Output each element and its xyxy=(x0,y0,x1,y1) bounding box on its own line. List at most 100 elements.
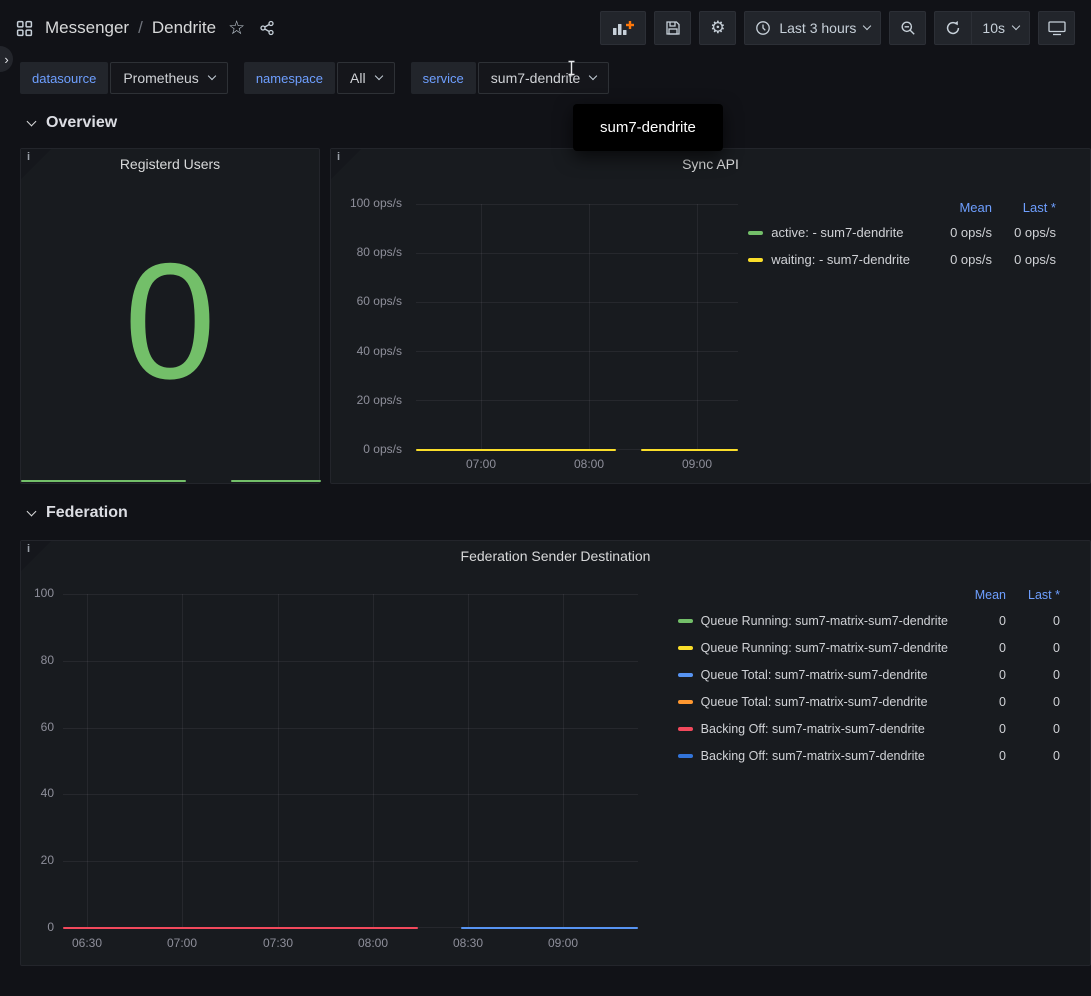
chevron-down-icon xyxy=(863,22,871,30)
apps-grid-icon[interactable] xyxy=(14,18,35,39)
chevron-down-icon xyxy=(1012,22,1020,30)
panel-title[interactable]: Sync API xyxy=(331,156,1090,172)
save-icon xyxy=(665,20,681,36)
series-mean: 0 xyxy=(960,668,1006,682)
x-axis-label: 09:00 xyxy=(667,457,727,471)
series-mean: 0 xyxy=(960,614,1006,628)
legend-header: Mean Last * xyxy=(748,195,1056,219)
series-last: 0 xyxy=(1006,641,1060,655)
variable-namespace: namespace All xyxy=(244,62,395,94)
series-color-marker xyxy=(678,619,693,623)
breadcrumb-app[interactable]: Messenger xyxy=(45,18,129,38)
series-color-marker xyxy=(678,646,693,650)
save-dashboard-button[interactable] xyxy=(654,11,691,45)
series-color-marker xyxy=(748,258,763,262)
top-nav: Messenger / Dendrite ☆ ⚙ Last 3 hours xyxy=(0,0,1091,56)
series-last: 0 xyxy=(1006,749,1060,763)
breadcrumb-dashboard: Dendrite xyxy=(152,18,216,38)
series-mean: 0 xyxy=(960,722,1006,736)
y-axis-label: 20 xyxy=(21,853,54,867)
legend-mean-header[interactable]: Mean xyxy=(960,588,1006,602)
panel-title[interactable]: Registerd Users xyxy=(21,156,319,172)
panel-registered-users: i Registerd Users 0 xyxy=(20,148,320,484)
gridline xyxy=(63,728,638,729)
x-axis-label: 07:00 xyxy=(451,457,511,471)
legend-item[interactable]: Queue Total: sum7-matrix-sum7-dendrite 0… xyxy=(678,661,1060,688)
legend-mean-header[interactable]: Mean xyxy=(922,200,992,215)
variable-label-service: service xyxy=(411,62,476,94)
refresh-group: 10s xyxy=(934,11,1030,45)
x-axis-label: 07:00 xyxy=(152,936,212,950)
variable-label-namespace: namespace xyxy=(244,62,335,94)
tv-icon xyxy=(1048,21,1066,36)
gridline xyxy=(563,594,564,928)
series-last: 0 xyxy=(1006,614,1060,628)
legend-item[interactable]: active: - sum7-dendrite 0 ops/s 0 ops/s xyxy=(748,219,1056,246)
series-name: Backing Off: sum7-matrix-sum7-dendrite xyxy=(701,749,960,763)
gridline xyxy=(63,794,638,795)
gridline xyxy=(182,594,183,928)
chevron-down-icon xyxy=(589,72,597,80)
legend-item[interactable]: Backing Off: sum7-matrix-sum7-dendrite 0… xyxy=(678,742,1060,769)
panel-title[interactable]: Federation Sender Destination xyxy=(21,548,1090,564)
series-line-queue-total xyxy=(461,927,638,929)
y-axis-label: 80 ops/s xyxy=(331,245,402,259)
series-name: Backing Off: sum7-matrix-sum7-dendrite xyxy=(701,722,960,736)
series-last: 0 xyxy=(1006,695,1060,709)
chevron-down-icon xyxy=(374,72,382,80)
zoom-out-time-button[interactable] xyxy=(889,11,926,45)
plot-area[interactable] xyxy=(416,204,738,450)
x-axis-label: 08:00 xyxy=(559,457,619,471)
chevron-down-icon xyxy=(27,116,37,126)
gridline xyxy=(416,400,738,401)
add-panel-button[interactable] xyxy=(600,11,646,45)
refresh-dashboard-button[interactable] xyxy=(934,11,971,45)
series-mean: 0 ops/s xyxy=(922,252,992,267)
overview-panels-row: i Registerd Users 0 i Sync API 100 ops/s… xyxy=(20,148,1091,484)
legend-item[interactable]: waiting: - sum7-dendrite 0 ops/s 0 ops/s xyxy=(748,246,1056,273)
legend-last-header[interactable]: Last * xyxy=(992,200,1056,215)
variable-label-datasource: datasource xyxy=(20,62,108,94)
namespace-picker[interactable]: All xyxy=(337,62,395,94)
y-axis-label: 20 ops/s xyxy=(331,393,402,407)
legend-item[interactable]: Backing Off: sum7-matrix-sum7-dendrite 0… xyxy=(678,715,1060,742)
series-last: 0 xyxy=(1006,668,1060,682)
dashboard-settings-button[interactable]: ⚙ xyxy=(699,11,736,45)
nav-left: Messenger / Dendrite ☆ xyxy=(14,17,277,40)
plot-area[interactable] xyxy=(63,594,638,928)
series-mean: 0 xyxy=(960,641,1006,655)
gridline xyxy=(589,204,590,450)
x-axis-label: 09:00 xyxy=(533,936,593,950)
service-option[interactable]: sum7-dendrite xyxy=(600,119,696,136)
sparkline-segment xyxy=(231,480,321,482)
apps-grid-icon xyxy=(16,20,33,37)
chevron-down-icon xyxy=(208,72,216,80)
legend-item[interactable]: Queue Running: sum7-matrix-sum7-dendrite… xyxy=(678,607,1060,634)
add-panel-icon xyxy=(612,20,634,36)
time-range-picker[interactable]: Last 3 hours xyxy=(744,11,881,45)
series-color-marker xyxy=(678,673,693,677)
row-header-overview[interactable]: Overview xyxy=(28,112,1091,134)
refresh-interval-picker[interactable]: 10s xyxy=(971,11,1030,45)
series-name: waiting: - sum7-dendrite xyxy=(771,252,922,267)
series-last: 0 ops/s xyxy=(992,252,1056,267)
gridline xyxy=(63,861,638,862)
series-line-waiting xyxy=(416,449,616,451)
star-icon[interactable]: ☆ xyxy=(226,17,247,40)
legend-last-header[interactable]: Last * xyxy=(1006,588,1060,602)
legend-item[interactable]: Queue Total: sum7-matrix-sum7-dendrite 0… xyxy=(678,688,1060,715)
row-header-federation[interactable]: Federation xyxy=(28,502,1091,524)
variable-datasource: datasource Prometheus xyxy=(20,62,228,94)
variable-service: service sum7-dendrite xyxy=(411,62,610,94)
legend-item[interactable]: Queue Running: sum7-matrix-sum7-dendrite… xyxy=(678,634,1060,661)
datasource-picker[interactable]: Prometheus xyxy=(110,62,227,94)
gridline xyxy=(63,594,638,595)
text-cursor xyxy=(566,60,577,81)
share-icon[interactable] xyxy=(257,18,277,38)
refresh-icon xyxy=(945,20,961,36)
y-axis-label: 100 ops/s xyxy=(331,196,402,210)
tv-mode-button[interactable] xyxy=(1038,11,1075,45)
service-picker[interactable]: sum7-dendrite xyxy=(478,62,610,94)
series-color-marker xyxy=(678,754,693,758)
panel-sync-api: i Sync API 100 ops/s 80 ops/s 60 ops/s 4… xyxy=(330,148,1091,484)
